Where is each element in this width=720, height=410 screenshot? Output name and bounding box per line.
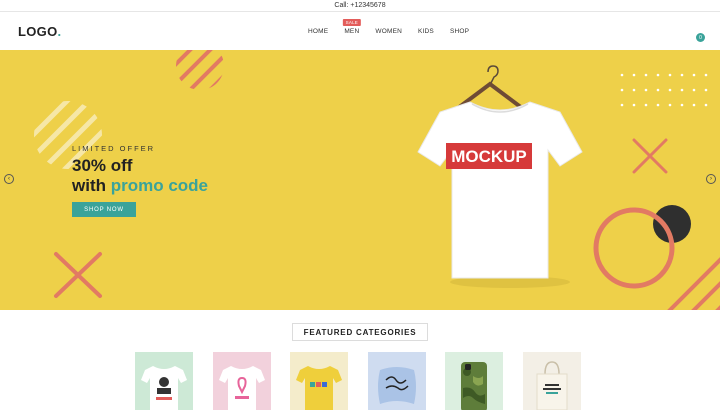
mockup-text: MOCKUP — [451, 147, 527, 166]
featured-categories-section: FEATURED CATEGORIES — [0, 310, 720, 410]
offer-prefix: with — [72, 176, 111, 195]
coral-ring — [593, 207, 675, 289]
category-card-tshirt-print[interactable] — [135, 352, 193, 410]
nav-women-label: WOMEN — [375, 28, 402, 35]
nav-shop[interactable]: SHOP — [442, 28, 477, 35]
nav-women[interactable]: WOMEN — [367, 28, 410, 35]
ribbon-tee-image — [219, 366, 265, 410]
prev-slide-button[interactable]: ‹ — [4, 174, 14, 184]
featured-categories-title: FEATURED CATEGORIES — [292, 323, 428, 341]
nav-kids-label: KIDS — [418, 28, 434, 35]
nav-shop-label: SHOP — [449, 28, 470, 35]
cart-count-badge[interactable]: 0 — [696, 33, 705, 42]
call-text: Call: +12345678 — [334, 2, 386, 9]
offer-headline: 30% off — [72, 156, 133, 175]
tote-bag-image — [536, 361, 568, 410]
site-header: LOGO. HOME SALE MEN WOMEN KIDS SHOP 0 — [0, 12, 720, 50]
top-contact-bar: Call: +12345678 — [0, 0, 720, 12]
nav-home-label: HOME — [308, 28, 329, 35]
nav-kids[interactable]: KIDS — [410, 28, 442, 35]
logo-dot: . — [57, 24, 62, 39]
nav-home[interactable]: HOME — [300, 28, 336, 35]
next-slide-button[interactable]: › — [706, 174, 716, 184]
shop-now-button[interactable]: SHOP NOW — [72, 202, 136, 217]
promo-highlight: promo code — [110, 176, 209, 195]
stripes-bottom-right — [667, 257, 720, 310]
phone-case-image — [461, 362, 487, 410]
offer-subheadline: with promo code — [72, 176, 208, 196]
category-card-pillow[interactable] — [368, 352, 426, 410]
pillow-image — [378, 367, 416, 404]
nav-men[interactable]: SALE MEN — [336, 19, 367, 35]
sale-badge: SALE — [342, 19, 361, 26]
category-card-phone-case[interactable] — [445, 352, 503, 410]
chevron-right-icon: › — [710, 176, 712, 182]
yellow-tee-image — [296, 366, 342, 410]
category-card-tote-bag[interactable] — [523, 352, 581, 410]
offer-kicker: LIMITED OFFER — [72, 144, 156, 153]
dot-grid — [620, 73, 708, 107]
category-card-ribbon-tee[interactable] — [213, 352, 271, 410]
chevron-left-icon: ‹ — [8, 176, 10, 182]
logo-text: LOGO — [18, 24, 58, 39]
logo[interactable]: LOGO. — [18, 24, 61, 39]
x-shape-left — [54, 252, 102, 298]
hanger-icon — [456, 65, 524, 110]
tshirt-print-image — [141, 366, 187, 410]
x-shape-right — [632, 138, 668, 174]
category-card-yellow-tee[interactable] — [290, 352, 348, 410]
striped-circle-top — [176, 50, 224, 90]
nav-men-label: MEN — [344, 28, 360, 35]
tshirt-mockup: MOCKUP — [417, 101, 583, 279]
hero-banner: MOCKUP LIMITED OFFER 30% off with promo … — [0, 50, 720, 310]
main-nav: HOME SALE MEN WOMEN KIDS SHOP — [300, 19, 477, 35]
